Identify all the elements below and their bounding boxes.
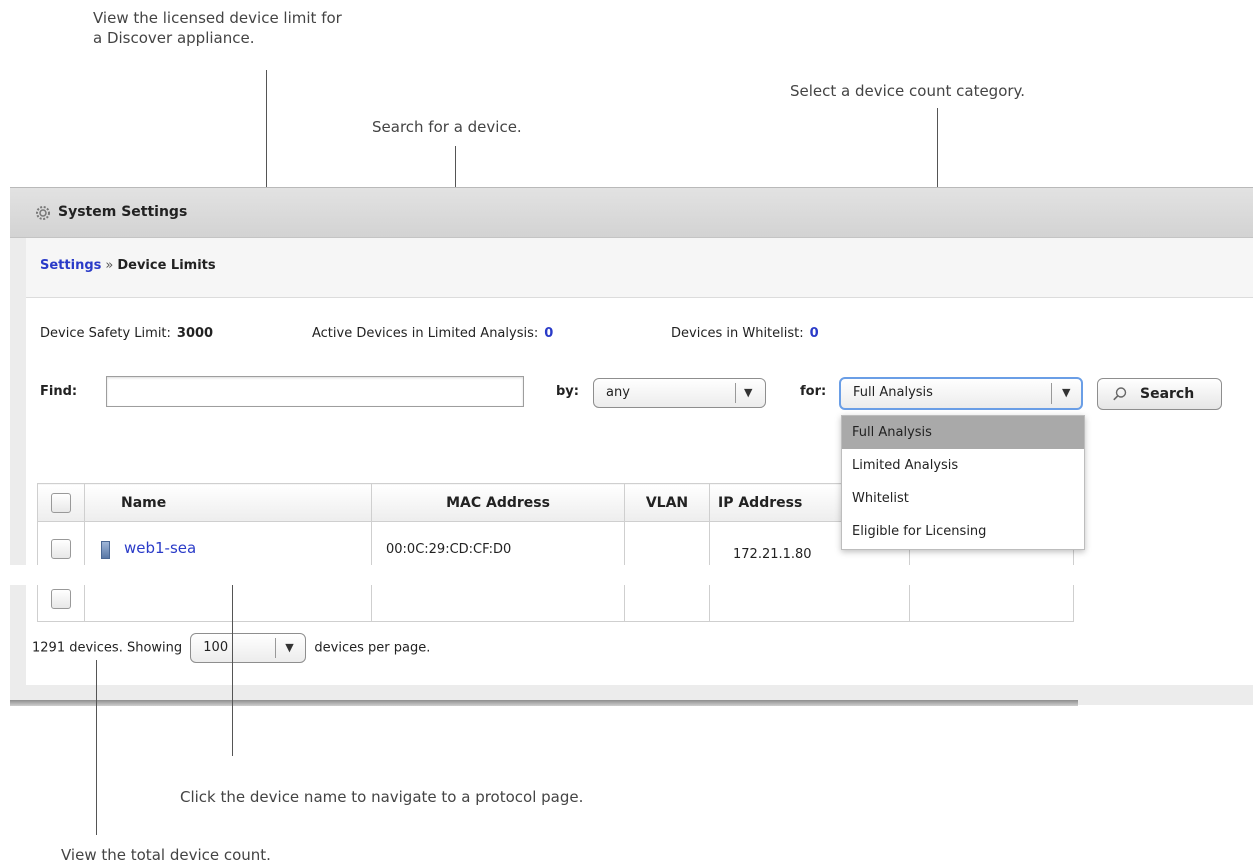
category-option-eligible-for-licensing[interactable]: Eligible for Licensing	[842, 515, 1084, 548]
by-label: by:	[556, 384, 579, 399]
server-icon	[101, 540, 110, 559]
annotation-line-device-name	[232, 570, 233, 756]
safety-limit-value: 3000	[176, 326, 214, 341]
by-select-divider	[735, 383, 736, 403]
per-page-value: 100	[203, 640, 229, 655]
category-option-whitelist[interactable]: Whitelist	[842, 482, 1084, 515]
row-checkbox[interactable]	[51, 539, 71, 559]
annotation-search: Search for a device.	[372, 118, 522, 136]
whitelist-label: Devices in Whitelist:	[671, 326, 804, 341]
annotation-device-name: Click the device name to navigate to a p…	[180, 788, 584, 806]
breadcrumb: Settings » Device Limits	[40, 258, 216, 273]
category-option-full-analysis[interactable]: Full Analysis	[842, 416, 1084, 449]
for-select-divider	[1051, 383, 1052, 404]
column-header-name[interactable]: Name	[84, 483, 372, 522]
safety-limit-label: Device Safety Limit:	[40, 326, 171, 341]
column-header-vlan[interactable]: VLAN	[624, 483, 710, 522]
find-input[interactable]	[106, 376, 524, 407]
chevron-down-icon: ▼	[1062, 386, 1071, 399]
column-header-mac[interactable]: MAC Address	[371, 483, 625, 522]
row-checkbox[interactable]	[51, 589, 71, 609]
chevron-down-icon: ▼	[744, 386, 753, 399]
limited-analysis-stat: Active Devices in Limited Analysis: 0	[312, 326, 553, 341]
for-select[interactable]: Full Analysis ▼	[839, 377, 1083, 410]
for-select-value: Full Analysis	[853, 385, 933, 400]
breadcrumb-settings-link[interactable]: Settings	[40, 258, 101, 273]
annotation-licensed-limit: View the licensed device limit for a Dis…	[93, 9, 342, 47]
device-count-text: 1291 devices. Showing	[32, 640, 183, 656]
category-dropdown-menu: Full Analysis Limited Analysis Whitelist…	[841, 415, 1085, 550]
window-title: System Settings	[58, 204, 188, 220]
breadcrumb-bar: Settings » Device Limits	[26, 238, 1253, 298]
annotation-category: Select a device count category.	[790, 82, 1026, 100]
by-select[interactable]: any ▼	[593, 378, 766, 408]
safety-limit-stat: Device Safety Limit: 3000	[40, 326, 213, 341]
per-page-select[interactable]: 100 ▼	[190, 633, 307, 663]
find-label: Find:	[40, 384, 78, 399]
annotation-line-total-count	[96, 660, 97, 835]
search-button[interactable]: Search	[1097, 378, 1222, 410]
whitelist-stat: Devices in Whitelist: 0	[671, 326, 819, 341]
per-page-suffix: devices per page.	[314, 640, 431, 656]
gear-icon	[36, 206, 50, 220]
select-all-header	[37, 483, 85, 522]
breadcrumb-current: Device Limits	[117, 258, 216, 273]
torn-edge	[0, 565, 1253, 585]
category-option-limited-analysis[interactable]: Limited Analysis	[842, 449, 1084, 482]
panel-shadow	[10, 700, 1078, 706]
title-bar: System Settings	[10, 188, 1253, 238]
per-page-divider	[275, 638, 277, 658]
breadcrumb-separator: »	[105, 258, 114, 273]
annotation-total-count: View the total device count.	[61, 846, 271, 864]
chevron-down-icon: ▼	[285, 641, 294, 654]
search-icon	[1113, 387, 1127, 401]
limited-analysis-label: Active Devices in Limited Analysis:	[312, 326, 539, 341]
for-label: for:	[800, 384, 827, 399]
limited-analysis-value[interactable]: 0	[544, 326, 553, 341]
search-button-label: Search	[1140, 386, 1195, 402]
device-name-link[interactable]: web1-sea	[124, 539, 196, 557]
system-settings-panel: System Settings Settings » Device Limits D…	[10, 187, 1253, 705]
content-area: Settings » Device Limits Device Safety Lim…	[26, 238, 1253, 685]
select-all-checkbox[interactable]	[51, 492, 71, 513]
by-select-value: any	[606, 385, 630, 400]
whitelist-value[interactable]: 0	[810, 326, 819, 341]
